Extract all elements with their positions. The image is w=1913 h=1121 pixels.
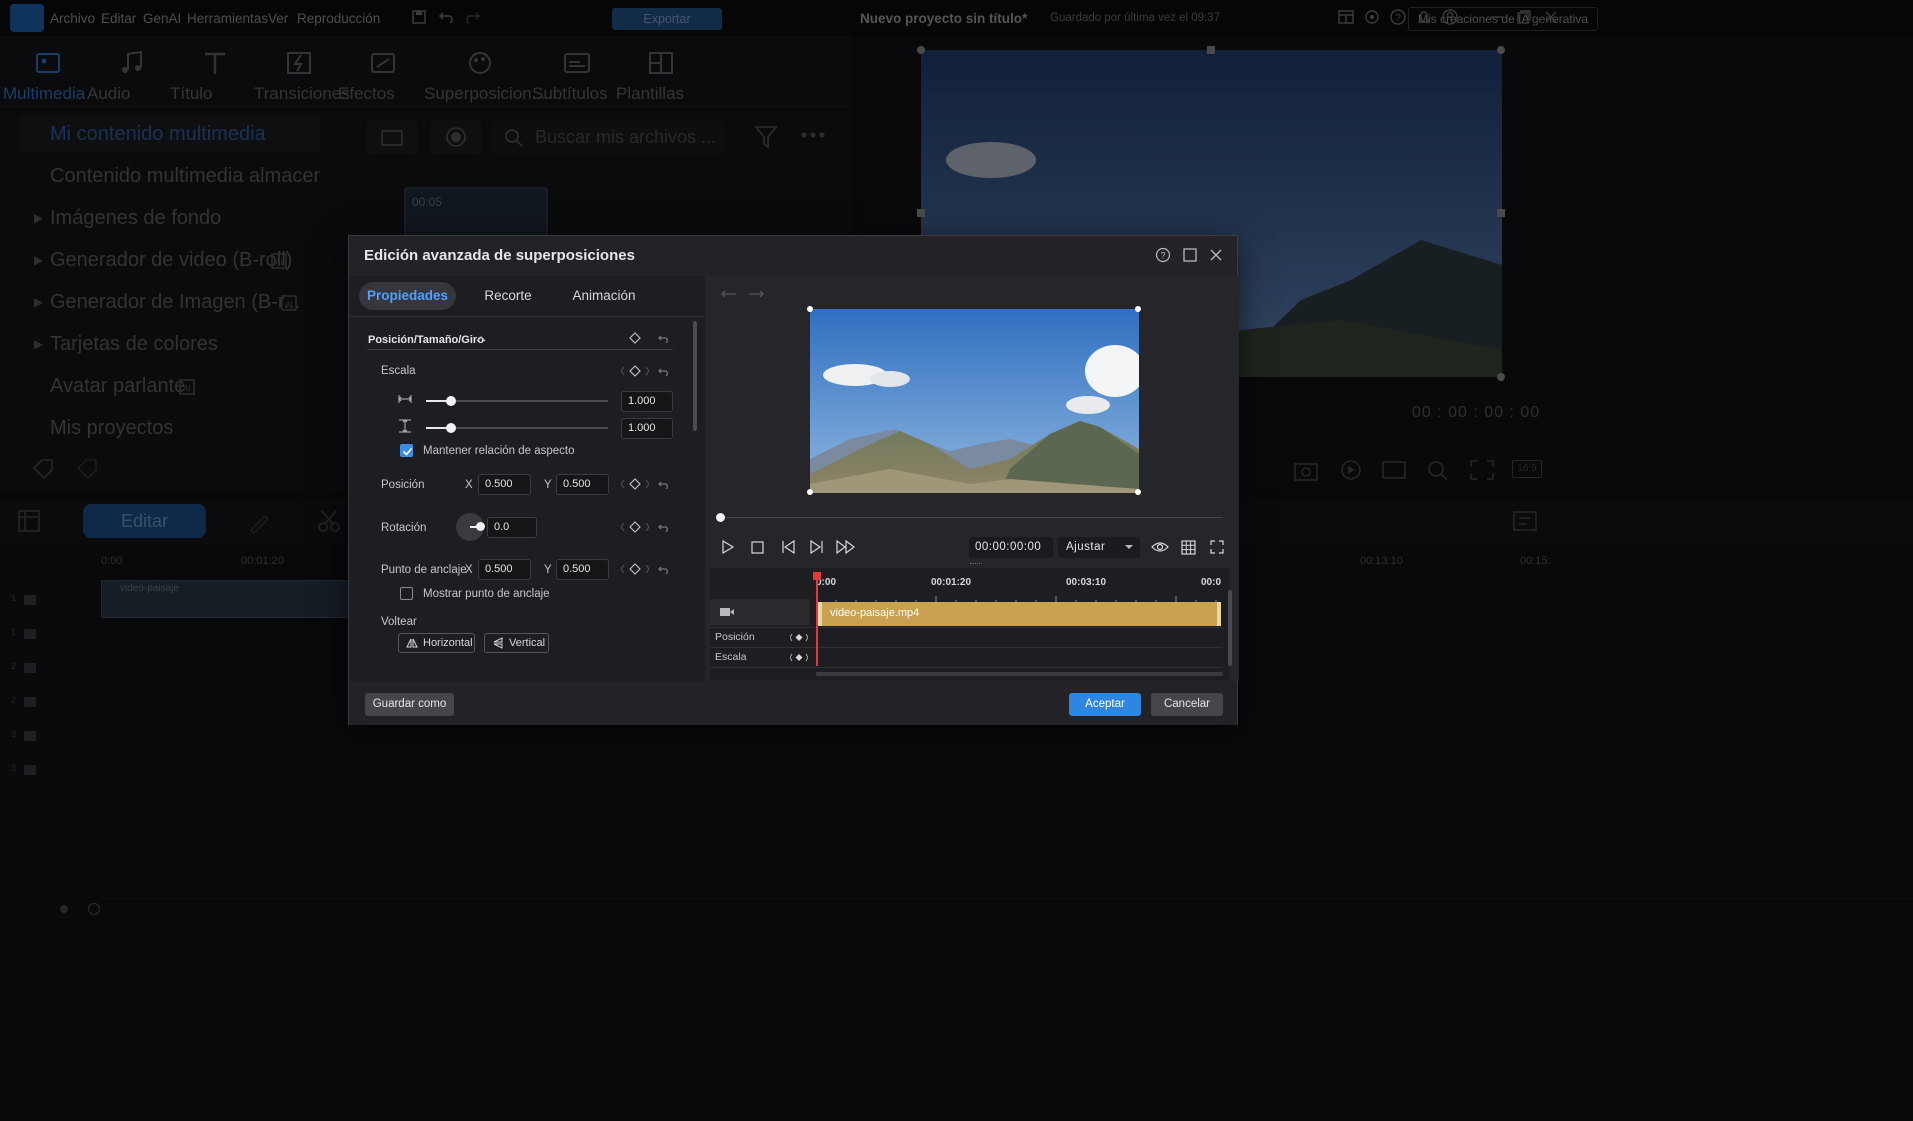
scrub-bar[interactable] [720,517,1223,518]
reset-icon[interactable] [658,522,670,532]
previous-frame-icon[interactable] [780,540,796,554]
anchor-y-label: Y [544,564,552,576]
rotation-dial[interactable] [456,513,485,541]
keyframe-nav-icon[interactable] [790,653,808,662]
tab-animacion[interactable]: Animación [564,282,644,310]
position-y-field[interactable]: 0.500 [556,474,609,495]
checkmark-icon [402,447,413,456]
flip-label: Voltear [381,616,417,628]
width-arrows-icon [398,395,412,403]
flip-horizontal-button[interactable]: Horizontal [398,633,475,653]
tab-propiedades[interactable]: Propiedades [359,282,456,310]
advanced-overlay-dialog: Edición avanzada de superposiciones ? Pr… [348,235,1239,725]
playhead[interactable] [816,572,818,666]
clip-trim-handle[interactable] [818,602,822,626]
maximize-icon[interactable] [1182,247,1198,263]
svg-text:?: ? [1160,251,1165,261]
dialog-title: Edición avanzada de superposiciones [364,247,635,264]
reset-icon[interactable] [658,333,670,343]
dialog-preview-pane: 00:00:00:00 Ajustar 0:00 00:01:20 00:03:… [705,276,1239,681]
save-as-button[interactable]: Guardar como [365,693,454,716]
tab-recorte[interactable]: Recorte [472,282,544,310]
video-camera-icon [720,608,734,616]
keyframe-nav-icon[interactable] [790,633,808,642]
reset-icon[interactable] [658,479,670,489]
accept-button[interactable]: Aceptar [1069,693,1141,716]
kf-ruler-label: 00:03:10 [1066,577,1107,588]
height-arrows-icon [399,419,411,433]
resize-handle[interactable] [1135,489,1141,495]
kf-row-label: Posición [715,631,755,643]
play-icon[interactable] [721,540,735,554]
anchor-x-label: X [465,564,473,576]
scale-height-field[interactable]: 1.000 [621,418,673,439]
properties-pane: Propiedades Recorte Animación Posición/T… [349,276,705,681]
show-anchor-checkbox[interactable] [400,587,413,600]
fit-select[interactable]: Ajustar [1058,537,1140,558]
keyframe-nav-icon[interactable] [621,365,649,377]
keep-aspect-label: Mantener relación de aspecto [423,445,575,457]
scale-height-knob[interactable] [446,423,456,433]
resize-handle[interactable] [807,489,813,495]
reset-icon[interactable] [658,366,670,376]
section-title: Posición/Tamaño/Giro [368,334,484,346]
collapse-chevron-icon[interactable] [475,334,487,344]
anchor-label: Punto de anclaje [381,564,467,576]
position-x-field[interactable]: 0.500 [478,474,531,495]
chevron-down-icon [1125,545,1133,549]
keyframe-nav-icon[interactable] [621,563,649,575]
properties-scrollbar[interactable] [693,321,697,431]
next-frame-icon[interactable] [809,540,825,554]
anchor-y-field[interactable]: 0.500 [556,559,609,580]
close-icon[interactable] [1208,247,1224,263]
resize-handle[interactable] [1135,306,1141,312]
help-icon[interactable]: ? [1155,247,1171,263]
flip-horizontal-icon [406,638,418,648]
kf-ruler-label: 00:0 [1201,577,1222,588]
kf-ruler-label: 00:01:20 [931,577,972,588]
scrub-knob[interactable] [716,513,725,522]
rotation-label: Rotación [381,522,427,534]
timecode-display[interactable]: 00:00:00:00 [969,537,1053,558]
overlay-preview-image[interactable] [810,309,1139,493]
position-y-label: Y [544,479,552,491]
cancel-button[interactable]: Cancelar [1151,693,1223,716]
stop-icon[interactable] [751,541,764,554]
position-x-label: X [465,479,473,491]
keep-aspect-checkbox[interactable] [400,444,413,457]
kf-vertical-scrollbar[interactable] [1228,590,1232,666]
anchor-x-field[interactable]: 0.500 [478,559,531,580]
pane-resize-grip[interactable] [970,563,982,564]
keyframe-diamond-icon[interactable] [629,332,641,344]
resize-handle[interactable] [807,306,813,312]
keyframe-nav-icon[interactable] [621,521,649,533]
fast-forward-icon[interactable] [836,540,856,554]
reset-icon[interactable] [658,564,670,574]
position-label: Posición [381,479,425,491]
kf-video-track-header [710,599,810,625]
eye-icon[interactable] [1151,540,1169,554]
scale-label: Escala [381,365,416,377]
show-anchor-label: Mostrar punto de anclaje [423,588,550,600]
playhead-handle[interactable] [813,572,821,580]
kf-row-label: Escala [715,651,747,663]
fullscreen-icon[interactable] [1210,540,1224,554]
keyframe-nav-icon[interactable] [621,478,649,490]
undo-icon[interactable] [720,288,738,302]
flip-vertical-button[interactable]: Vertical [484,633,549,653]
kf-clip[interactable]: video-paisaje.mp4 [818,602,1221,626]
scale-width-knob[interactable] [446,396,456,406]
clip-trim-handle[interactable] [1217,602,1221,626]
flip-vertical-icon [493,637,503,649]
redo-icon[interactable] [747,288,765,302]
scale-width-field[interactable]: 1.000 [621,391,673,412]
rotation-field[interactable]: 0.0 [487,517,537,538]
kf-horizontal-scrollbar[interactable] [816,672,1223,676]
grid-icon[interactable] [1181,540,1196,555]
